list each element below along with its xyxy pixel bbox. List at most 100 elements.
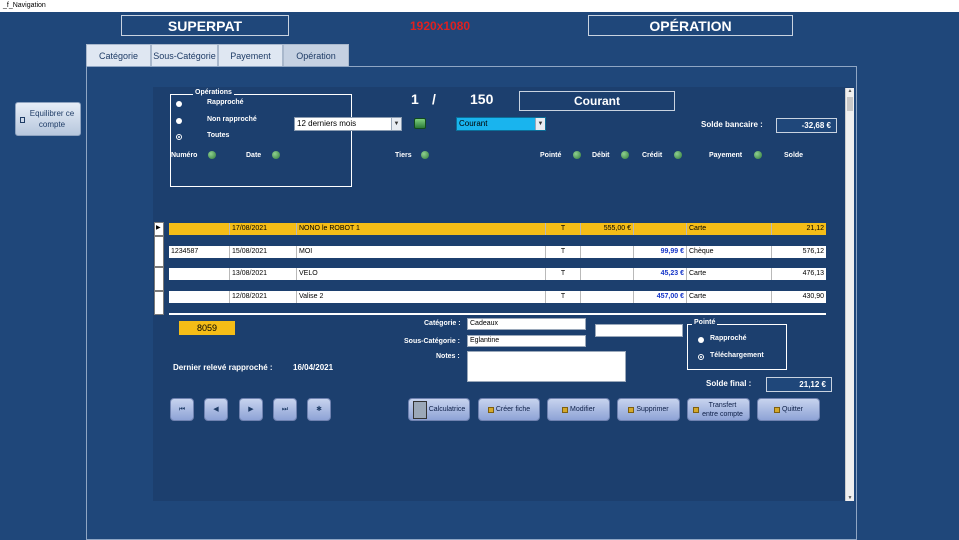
table-row[interactable]: 17/08/2021 NONO le ROBOT 1 T 555,00 € Ca…: [169, 223, 826, 235]
next-record-button[interactable]: ▶: [239, 398, 263, 421]
equilibrer-compte-label: Equilibrer ce compte: [29, 109, 75, 129]
dernier-releve-label: Dernier relevé rapproché :: [173, 363, 273, 372]
quitter-button[interactable]: Quitter: [757, 398, 820, 421]
cell-tiers: MOI: [297, 246, 546, 258]
col-solde: Solde: [784, 152, 804, 159]
sort-payement-icon[interactable]: [754, 151, 762, 159]
next-icon: ▶: [248, 406, 254, 413]
account-select[interactable]: Courant ▼: [456, 117, 546, 131]
equilibrer-compte-button[interactable]: Equilibrer ce compte: [15, 102, 81, 136]
transfert-button[interactable]: Transfert entre compte: [687, 398, 750, 421]
sort-credit-icon[interactable]: [674, 151, 682, 159]
cell-date: 15/08/2021: [230, 246, 297, 258]
col-tiers: Tiers: [395, 152, 412, 159]
cell-credit: 45,23 €: [634, 268, 687, 280]
sous-categorie-field[interactable]: Eglantine: [467, 335, 586, 347]
table-row[interactable]: 1234587 15/08/2021 MOI T 99,99 € Chèque …: [169, 246, 826, 258]
transfer-icon: [692, 406, 699, 413]
table-row[interactable]: 12/08/2021 Valise 2 T 457,00 € Carte 430…: [169, 291, 826, 303]
sort-tiers-icon[interactable]: [421, 151, 429, 159]
creer-fiche-label: Créer fiche: [495, 406, 531, 413]
cell-tiers: NONO le ROBOT 1: [297, 223, 546, 235]
cell-numero: [169, 291, 230, 303]
sort-date-icon[interactable]: [272, 151, 280, 159]
radio-toutes[interactable]: [176, 134, 182, 140]
delete-icon: [628, 406, 635, 413]
chevron-down-icon: ▼: [391, 118, 401, 130]
col-date: Date: [246, 152, 262, 159]
col-pointe: Pointé: [540, 152, 562, 159]
scroll-down-icon[interactable]: ▼: [846, 495, 854, 501]
account-name-box: Courant: [519, 91, 675, 111]
col-payement: Payement: [709, 152, 743, 159]
sort-pointe-icon[interactable]: [573, 151, 581, 159]
cell-payement: Carte: [687, 291, 772, 303]
refresh-icon[interactable]: [414, 118, 426, 129]
cell-date: 17/08/2021: [230, 223, 297, 235]
tab-categorie[interactable]: Catégorie: [86, 44, 151, 66]
account-select-value: Courant: [459, 119, 488, 128]
edit-icon: [562, 406, 569, 413]
sort-numero-icon[interactable]: [208, 151, 216, 159]
radio-rapproche[interactable]: [176, 101, 182, 107]
period-select[interactable]: 12 derniers mois ▼: [294, 117, 402, 131]
tab-operation[interactable]: Opération: [283, 44, 349, 66]
radio-pointe-rapproche[interactable]: [698, 337, 704, 343]
last-record-button[interactable]: ⏭: [273, 398, 297, 421]
create-icon: [487, 406, 494, 413]
cell-credit: [634, 223, 687, 235]
creer-fiche-button[interactable]: Créer fiche: [478, 398, 540, 421]
option-toutes-label: Toutes: [207, 132, 230, 139]
record-separator: /: [432, 91, 436, 107]
radio-pointe-telechargement[interactable]: [698, 354, 704, 360]
categorie-field[interactable]: Cadeaux: [467, 318, 586, 330]
new-record-button[interactable]: ✱: [307, 398, 331, 421]
vertical-scrollbar[interactable]: ▲ ▼: [845, 88, 854, 501]
supprimer-button[interactable]: Supprimer: [617, 398, 680, 421]
bank-balance-value: -32,68 €: [776, 118, 837, 133]
row-selector[interactable]: [154, 291, 164, 315]
extra-field[interactable]: [595, 324, 683, 337]
section-title: OPÉRATION: [588, 15, 793, 36]
bank-balance-label: Solde bancaire :: [701, 120, 763, 129]
page-icon: [20, 117, 25, 123]
row-selector[interactable]: [154, 236, 164, 267]
pointe-group: [687, 324, 787, 370]
cell-numero: [169, 268, 230, 280]
tab-sous-categorie[interactable]: Sous-Catégorie: [151, 44, 218, 66]
row-selector[interactable]: [154, 267, 164, 291]
categorie-label: Catégorie :: [424, 320, 461, 327]
first-record-button[interactable]: ⏮: [170, 398, 194, 421]
tab-payement[interactable]: Payement: [218, 44, 283, 66]
new-record-icon: ✱: [316, 406, 322, 413]
notes-field[interactable]: [467, 351, 626, 382]
previous-record-button[interactable]: ◀: [204, 398, 228, 421]
window-title: _f_Navigation: [0, 0, 959, 12]
modifier-button[interactable]: Modifier: [547, 398, 610, 421]
list-end-divider: [169, 313, 826, 315]
last-icon: ⏭: [281, 406, 289, 413]
pointe-group-label: Pointé: [692, 319, 718, 326]
scroll-thumb[interactable]: [847, 97, 853, 111]
col-numero: Numéro: [171, 152, 198, 159]
cell-pointe: T: [546, 246, 581, 258]
cell-numero: 1234587: [169, 246, 230, 258]
calculatrice-button[interactable]: Calculatrice: [408, 398, 470, 421]
table-row[interactable]: 13/08/2021 VELO T 45,23 € Carte 476,13: [169, 268, 826, 280]
pointe-telechargement-label: Téléchargement: [710, 352, 764, 359]
quitter-label: Quitter: [781, 406, 803, 413]
resolution-label: 1920x1080: [410, 19, 471, 33]
detail-id: 8059: [179, 321, 235, 335]
cell-debit: 555,00 €: [581, 223, 634, 235]
solde-final-label: Solde final :: [706, 379, 752, 388]
cell-pointe: T: [546, 223, 581, 235]
scroll-up-icon[interactable]: ▲: [846, 88, 854, 94]
cell-payement: Chèque: [687, 246, 772, 258]
tab-bar: Catégorie Sous-Catégorie Payement Opérat…: [86, 44, 349, 66]
radio-non-rapproche[interactable]: [176, 118, 182, 124]
cell-date: 13/08/2021: [230, 268, 297, 280]
pointe-rapproche-label: Rapproché: [710, 335, 747, 342]
dernier-releve-value: 16/04/2021: [293, 363, 334, 372]
row-selector-current[interactable]: ▶: [154, 222, 164, 236]
sort-debit-icon[interactable]: [621, 151, 629, 159]
